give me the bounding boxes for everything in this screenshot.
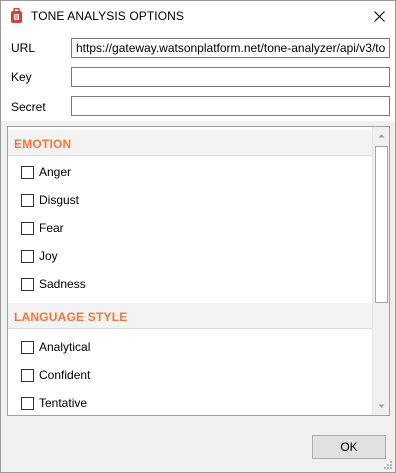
chevron-up-icon	[378, 134, 385, 138]
checkbox-analytical[interactable]: Analytical	[21, 337, 90, 357]
tone-options-list[interactable]: EMOTION Anger Disgust Fear Joy Sadness L…	[7, 126, 390, 416]
checkbox-box[interactable]	[21, 221, 34, 235]
secret-label: Secret	[11, 100, 46, 114]
section-header-emotion: EMOTION	[8, 130, 372, 156]
checkbox-box[interactable]	[21, 249, 34, 263]
ok-button[interactable]: OK	[312, 435, 386, 459]
checkbox-label: Sadness	[39, 277, 86, 291]
close-icon	[373, 10, 385, 22]
tone-analysis-dialog: TONE ANALYSIS OPTIONS URL Key Secret EMO…	[0, 0, 396, 473]
checkbox-label: Anger	[39, 165, 72, 179]
resize-grip-icon[interactable]	[382, 459, 392, 469]
dialog-footer: OK	[1, 421, 395, 472]
checkbox-label: Tentative	[39, 396, 88, 410]
key-field[interactable]	[71, 67, 390, 87]
close-button[interactable]	[365, 3, 393, 29]
checkbox-label: Disgust	[39, 193, 80, 207]
checkbox-box[interactable]	[21, 340, 34, 354]
checkbox-tentative[interactable]: Tentative	[21, 393, 87, 413]
checkbox-disgust[interactable]: Disgust	[21, 190, 79, 210]
checkbox-box[interactable]	[21, 165, 34, 179]
checkbox-box[interactable]	[21, 193, 34, 207]
checkbox-fear[interactable]: Fear	[21, 218, 64, 238]
window-title: TONE ANALYSIS OPTIONS	[31, 9, 185, 23]
checkbox-box[interactable]	[21, 277, 34, 291]
checkbox-anger[interactable]: Anger	[21, 162, 71, 182]
scroll-thumb[interactable]	[375, 146, 388, 303]
section-title: LANGUAGE STYLE	[14, 310, 128, 324]
checkbox-box[interactable]	[21, 396, 34, 410]
list-content: EMOTION Anger Disgust Fear Joy Sadness L…	[8, 127, 372, 415]
url-field[interactable]	[71, 38, 390, 58]
app-icon	[11, 8, 22, 23]
url-label: URL	[11, 41, 36, 55]
checkbox-label: Joy	[39, 249, 58, 263]
checkbox-confident[interactable]: Confident	[21, 365, 90, 385]
scroll-up-button[interactable]	[374, 127, 389, 144]
connection-form: URL Key Secret	[1, 31, 395, 121]
chevron-down-icon	[378, 404, 385, 408]
checkbox-label: Confident	[39, 368, 91, 382]
secret-field[interactable]	[71, 96, 390, 116]
checkbox-label: Analytical	[39, 340, 91, 354]
scroll-down-button[interactable]	[374, 398, 389, 415]
title-bar: TONE ANALYSIS OPTIONS	[1, 1, 395, 31]
checkbox-sadness[interactable]: Sadness	[21, 274, 86, 294]
checkbox-label: Fear	[39, 221, 64, 235]
checkbox-joy[interactable]: Joy	[21, 246, 58, 266]
key-label: Key	[11, 70, 32, 84]
section-header-language-style: LANGUAGE STYLE	[8, 303, 372, 329]
vertical-scrollbar[interactable]	[372, 127, 389, 415]
checkbox-box[interactable]	[21, 368, 34, 382]
section-title: EMOTION	[14, 137, 72, 151]
